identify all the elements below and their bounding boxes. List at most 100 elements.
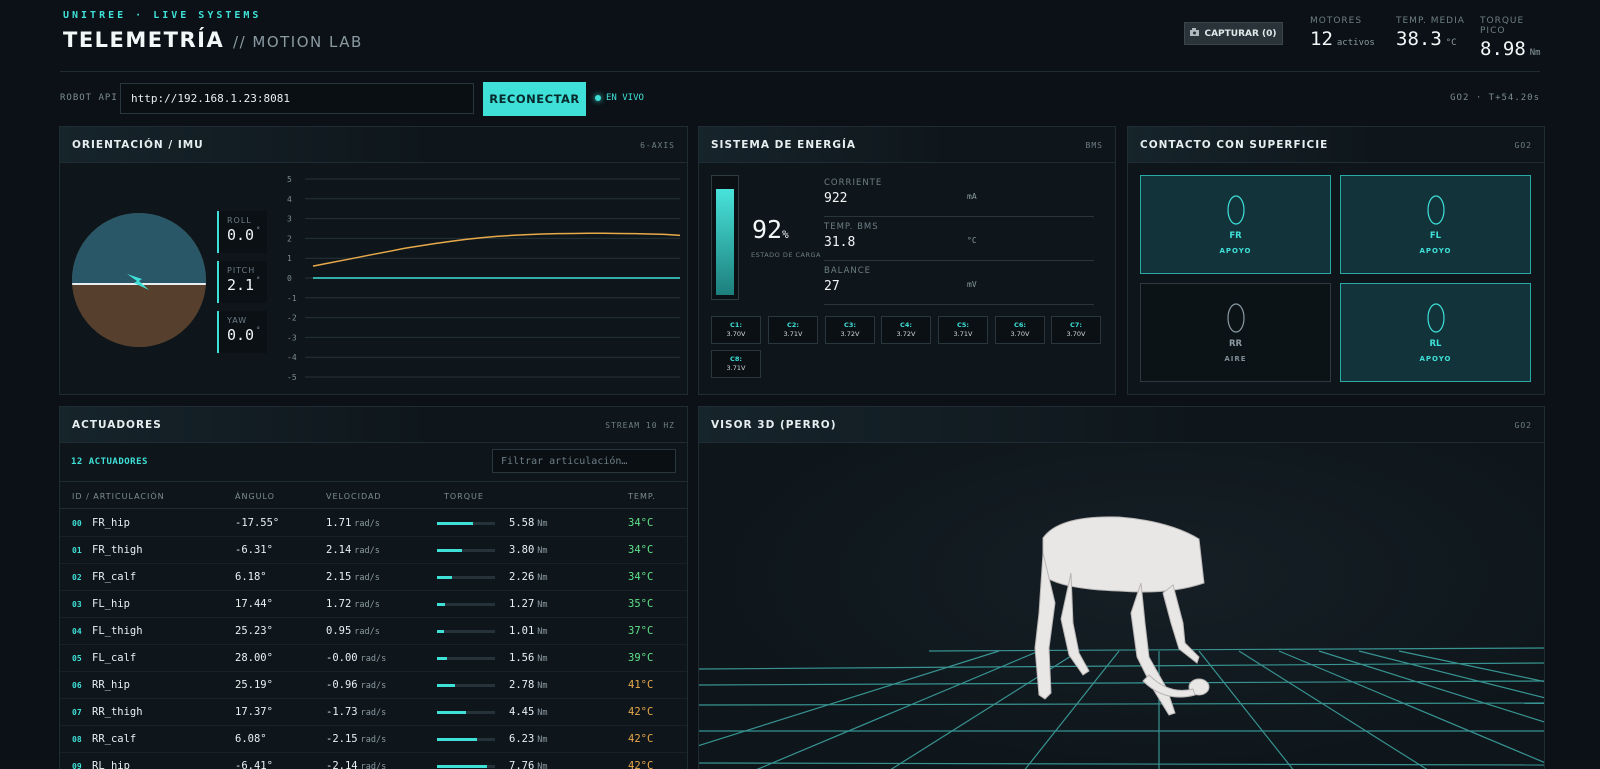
joint-velocity-value: -1.73 [326, 706, 358, 718]
joint-name: FL_hip [92, 598, 130, 610]
energy-row-bms-temp: TEMP. BMS 31.8 °C [824, 219, 1094, 261]
joint-torque-value: 1.01 [509, 625, 535, 637]
table-row[interactable]: 04 FL_thigh 25.23° 0.95 rad/s 1.01 Nm 37°C [60, 618, 687, 645]
joint-torque-value: 2.26 [509, 571, 535, 583]
joint-name: FR_thigh [92, 544, 143, 556]
battery-gauge [711, 175, 739, 300]
table-header: ID / ARTICULACIÓN ÁNGULO VELOCIDAD TORQU… [60, 481, 687, 509]
table-row[interactable]: 06 RR_hip 25.19° -0.96 rad/s 2.78 Nm 41°C [60, 672, 687, 699]
joint-filter-input[interactable] [492, 449, 676, 473]
yaw-value: 0.0 [227, 326, 255, 344]
brand-label: UNITREE · LIVE SYSTEMS [63, 10, 262, 21]
cell-value: 3.72V [840, 330, 860, 338]
foot-pad-icon [1226, 303, 1245, 333]
joint-torque: 2.26 Nm [509, 571, 548, 583]
joint-angle: -6.41° [235, 760, 273, 769]
torque-bar [437, 765, 495, 768]
robot-dog-model [1034, 516, 1210, 716]
column-header-torque[interactable]: TORQUE [444, 492, 484, 501]
table-row[interactable]: 00 FR_hip -17.55° 1.71 rad/s 5.58 Nm 34°C [60, 510, 687, 537]
joint-id: 05 [72, 654, 82, 663]
viewer-3d-canvas[interactable] [699, 443, 1544, 769]
velocity-unit: rad/s [360, 708, 387, 718]
joint-velocity-value: -0.96 [326, 679, 358, 691]
joint-velocity: -1.73 rad/s [326, 706, 386, 718]
cell-name: C1: [730, 321, 742, 329]
table-row[interactable]: 03 FL_hip 17.44° 1.72 rad/s 1.27 Nm 35°C [60, 591, 687, 618]
torque-bar [437, 549, 495, 552]
joint-name: RR_calf [92, 733, 137, 745]
pitch-value: 2.1 [227, 276, 255, 294]
table-row[interactable]: 02 FR_calf 6.18° 2.15 rad/s 2.26 Nm 34°C [60, 564, 687, 591]
joint-torque-value: 7.76 [509, 760, 535, 769]
joint-torque: 1.01 Nm [509, 625, 548, 637]
stat-temp-unit: °C [1445, 38, 1457, 48]
capture-button[interactable]: CAPTURAR (0) [1184, 22, 1283, 45]
joint-torque: 7.76 Nm [509, 760, 548, 769]
joint-velocity: -2.14 rad/s [326, 760, 386, 769]
joint-velocity: 1.72 rad/s [326, 598, 380, 610]
torque-bar [437, 657, 495, 660]
api-url-input[interactable] [120, 83, 474, 114]
torque-unit: Nm [537, 708, 548, 718]
table-row[interactable]: 08 RR_calf 6.08° -2.15 rad/s 6.23 Nm 42°C [60, 726, 687, 753]
joint-velocity-value: 0.95 [326, 625, 352, 637]
joint-velocity-value: -2.14 [326, 760, 358, 769]
actuators-panel: ACTUADORES STREAM 10 HZ 12 ACTUADORES ID … [59, 406, 688, 769]
actuators-tag: STREAM 10 HZ [605, 421, 675, 430]
joint-velocity-value: 2.15 [326, 571, 352, 583]
column-header-temp[interactable]: TEMP. [628, 492, 656, 501]
joint-angle: 28.00° [235, 652, 273, 664]
imu-title: ORIENTACIÓN / IMU [72, 139, 204, 151]
torque-unit: Nm [537, 573, 548, 583]
pitch-readout: PITCH 2.1 ° [217, 261, 267, 303]
joint-temp: 41°C [628, 679, 654, 691]
joint-velocity-value: 1.71 [326, 517, 352, 529]
foot-name: FR [1229, 231, 1242, 241]
torque-bar [437, 738, 495, 741]
joint-torque: 2.78 Nm [509, 679, 548, 691]
roll-label: ROLL [227, 216, 252, 225]
table-row[interactable]: 05 FL_calf 28.00° -0.00 rad/s 1.56 Nm 39°C [60, 645, 687, 672]
bms-temp-label: TEMP. BMS [824, 222, 879, 232]
joint-temp: 39°C [628, 652, 654, 664]
joint-torque-value: 5.58 [509, 517, 535, 529]
joint-torque: 1.56 Nm [509, 652, 548, 664]
column-header-joint[interactable]: ID / ARTICULACIÓN [72, 492, 165, 501]
api-label: ROBOT API [60, 93, 118, 103]
velocity-unit: rad/s [354, 600, 380, 610]
imu-tag: 6-AXIS [640, 141, 675, 150]
joint-name: RR_hip [92, 679, 130, 691]
joint-temp: 42°C [628, 760, 654, 769]
page-title-text: TELEMETRÍA [63, 28, 225, 52]
joint-velocity-value: 2.14 [326, 544, 352, 556]
y-tick-label: -1 [287, 294, 297, 303]
foot-contact-rr: RR AIRE [1140, 283, 1331, 382]
camera-icon [1190, 28, 1200, 39]
table-row[interactable]: 09 RL_hip -6.41° -2.14 rad/s 7.76 Nm 42°C [60, 753, 687, 769]
foot-contact-fr: FR APOYO [1140, 175, 1331, 274]
joint-velocity: -2.15 rad/s [326, 733, 386, 745]
table-row[interactable]: 01 FR_thigh -6.31° 2.14 rad/s 3.80 Nm 34°C [60, 537, 687, 564]
torque-unit: Nm [537, 735, 548, 745]
battery-fill [716, 189, 734, 295]
stat-torque-unit: Nm [1529, 48, 1541, 58]
roll-unit: ° [256, 226, 261, 234]
joint-angle: -6.31° [235, 544, 273, 556]
live-dot-icon [595, 95, 601, 101]
reconnect-button[interactable]: RECONECTAR [483, 82, 586, 116]
velocity-unit: rad/s [354, 546, 380, 556]
stat-temp-value: 38.3 [1396, 28, 1442, 50]
y-tick-label: -5 [287, 373, 297, 382]
stat-torque-value: 8.98 [1480, 38, 1526, 60]
table-row[interactable]: 07 RR_thigh 17.37° -1.73 rad/s 4.45 Nm 42°C [60, 699, 687, 726]
charge-unit: % [782, 228, 789, 241]
cell-voltage: C3: 3.72V [825, 316, 875, 344]
viewer-title: VISOR 3D (PERRO) [711, 419, 837, 431]
column-header-velocity[interactable]: VELOCIDAD [326, 492, 382, 501]
cell-name: C6: [1014, 321, 1026, 329]
column-header-angle[interactable]: ÁNGULO [235, 492, 275, 501]
header: UNITREE · LIVE SYSTEMS TELEMETRÍA // MOT… [60, 0, 1541, 72]
velocity-unit: rad/s [354, 627, 380, 637]
viewer-tag: GO2 [1514, 421, 1532, 430]
